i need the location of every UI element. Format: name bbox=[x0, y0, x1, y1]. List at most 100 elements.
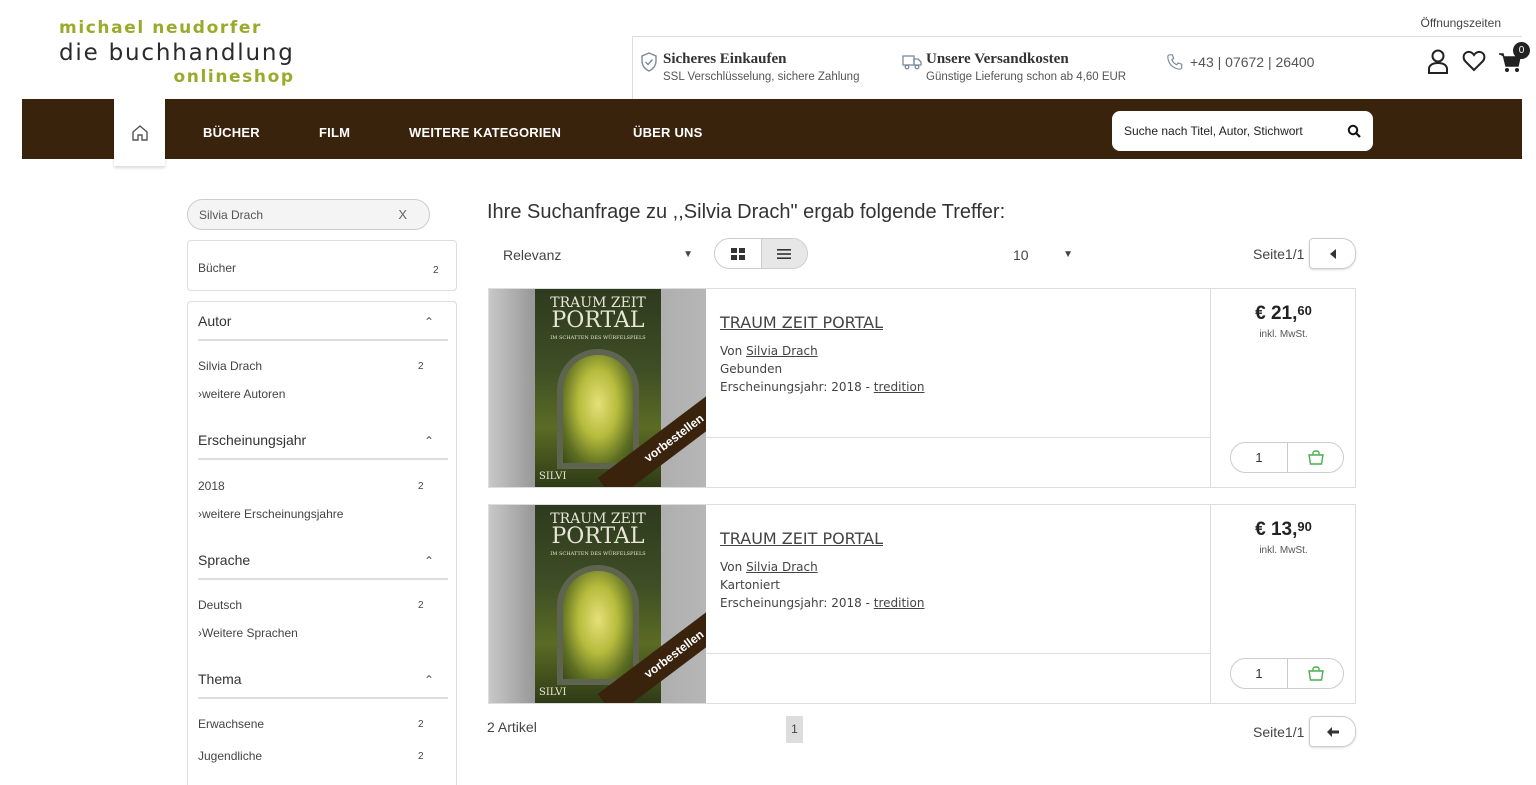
facet-title: Autor bbox=[198, 313, 232, 329]
facet-count: 2 bbox=[418, 361, 424, 372]
product-info: TRAUM ZEIT PORTAL Von Silvia Drach Gebun… bbox=[720, 313, 924, 396]
cover-arch-illustration bbox=[557, 565, 639, 685]
user-account-icon[interactable] bbox=[1426, 48, 1450, 74]
view-toggle bbox=[714, 238, 808, 269]
facet-item[interactable]: Erwachsene bbox=[198, 717, 264, 731]
quantity-input[interactable]: 1 bbox=[1231, 443, 1288, 472]
product-author-link[interactable]: Silvia Drach bbox=[746, 560, 818, 574]
facet-header-erscheinungsjahr[interactable]: Erscheinungsjahr ⌃ bbox=[198, 432, 448, 460]
info-secure-shopping[interactable]: Sicheres Einkaufen SSL Verschlüsselung, … bbox=[639, 51, 859, 83]
search-input[interactable]: Suche nach Titel, Autor, Stichwort bbox=[1112, 111, 1373, 151]
facet-item[interactable]: Silvia Drach bbox=[198, 359, 262, 373]
nav-item-ueber-uns[interactable]: ÜBER UNS bbox=[633, 125, 703, 140]
nav-item-film[interactable]: FILM bbox=[319, 125, 350, 140]
product-title-link[interactable]: TRAUM ZEIT PORTAL bbox=[720, 313, 924, 332]
prev-page-button[interactable] bbox=[1309, 238, 1357, 269]
author-prefix: Von bbox=[720, 344, 743, 358]
nav-item-buecher[interactable]: BÜCHER bbox=[203, 125, 260, 140]
prev-page-button[interactable] bbox=[1309, 716, 1357, 747]
category-label: Bücher bbox=[198, 261, 237, 275]
divider bbox=[706, 653, 1210, 654]
wishlist-heart-icon[interactable] bbox=[1462, 48, 1486, 74]
sort-select[interactable]: Relevanz ▼ bbox=[503, 247, 693, 263]
sort-value: Relevanz bbox=[503, 247, 562, 263]
facet-more-link[interactable]: ›Weitere Sprachen bbox=[198, 626, 298, 640]
info-title: Unsere Versandkosten bbox=[926, 51, 1069, 67]
list-view-button[interactable] bbox=[760, 239, 807, 268]
page-label: Seite1/1 bbox=[1253, 723, 1305, 740]
shopping-bag-icon bbox=[1307, 666, 1324, 681]
home-icon bbox=[131, 124, 148, 141]
cover-subtitle: IM SCHATTEN DES WÜRFELSPIELS bbox=[550, 551, 646, 557]
chevron-up-icon: ⌃ bbox=[423, 434, 434, 448]
product-author-line: Von Silvia Drach bbox=[720, 342, 924, 360]
facet-title: Thema bbox=[198, 671, 242, 687]
filter-search-field[interactable]: Silvia Drach X bbox=[187, 199, 430, 230]
filter-search-value: Silvia Drach bbox=[199, 207, 264, 222]
facet-header-sprache[interactable]: Sprache ⌃ bbox=[198, 552, 448, 580]
add-to-cart-button[interactable] bbox=[1288, 443, 1343, 472]
product-card: TRAUM ZEIT PORTAL IM SCHATTEN DES WÜRFEL… bbox=[488, 504, 1356, 704]
facet-item[interactable]: 2018 bbox=[198, 479, 225, 493]
per-page-value: 10 bbox=[1013, 247, 1029, 263]
product-cover[interactable]: TRAUM ZEIT PORTAL IM SCHATTEN DES WÜRFEL… bbox=[489, 289, 706, 487]
search-icon[interactable] bbox=[1347, 124, 1361, 138]
facet-title: Sprache bbox=[198, 552, 251, 568]
quantity-input[interactable]: 1 bbox=[1231, 659, 1288, 688]
price-column: € 21,60 inkl. MwSt. 1 bbox=[1210, 289, 1356, 487]
add-to-cart-group: 1 bbox=[1230, 442, 1344, 473]
clear-search-button[interactable]: X bbox=[398, 207, 407, 222]
price-column: € 13,90 inkl. MwSt. 1 bbox=[1210, 505, 1356, 703]
truck-icon bbox=[902, 55, 922, 70]
add-to-cart-group: 1 bbox=[1230, 658, 1344, 689]
year-text: Erscheinungsjahr: 2018 - bbox=[720, 596, 870, 610]
per-page-select[interactable]: 10 ▼ bbox=[1013, 247, 1073, 263]
logo-name: die buchhandlung bbox=[59, 40, 295, 66]
info-shipping-costs[interactable]: Unsere Versandkosten Günstige Lieferung … bbox=[902, 51, 1126, 83]
facet-header-thema[interactable]: Thema ⌃ bbox=[198, 671, 448, 699]
publisher-link[interactable]: tredition bbox=[874, 596, 925, 610]
product-author-line: Von Silvia Drach bbox=[720, 558, 924, 576]
nav-home[interactable] bbox=[114, 99, 165, 166]
facet-item[interactable]: Jugendliche bbox=[198, 749, 262, 763]
chevron-up-icon: ⌃ bbox=[423, 673, 434, 687]
facet-count: 2 bbox=[418, 600, 424, 611]
category-filter[interactable]: Bücher 2 bbox=[187, 240, 457, 291]
product-title-link[interactable]: TRAUM ZEIT PORTAL bbox=[720, 529, 924, 548]
year-text: Erscheinungsjahr: 2018 - bbox=[720, 380, 870, 394]
product-price: € 21,60 bbox=[1255, 303, 1312, 324]
search-placeholder: Suche nach Titel, Autor, Stichwort bbox=[1124, 124, 1303, 138]
author-prefix: Von bbox=[720, 560, 743, 574]
product-price: € 13,90 bbox=[1255, 519, 1312, 540]
cover-title-line2: PORTAL bbox=[551, 524, 645, 549]
product-cover[interactable]: TRAUM ZEIT PORTAL IM SCHATTEN DES WÜRFEL… bbox=[489, 505, 706, 703]
page-number-1[interactable]: 1 bbox=[786, 716, 803, 743]
facet-more-link[interactable]: ›weitere Erscheinungsjahre bbox=[198, 507, 343, 521]
info-bar: Sicheres Einkaufen SSL Verschlüsselung, … bbox=[632, 36, 1522, 99]
results-total: 2 Artikel bbox=[487, 719, 537, 735]
publisher-link[interactable]: tredition bbox=[874, 380, 925, 394]
add-to-cart-button[interactable] bbox=[1288, 659, 1343, 688]
grid-view-button[interactable] bbox=[715, 239, 761, 268]
phone-contact[interactable]: +43 | 07672 | 26400 bbox=[1166, 53, 1314, 71]
logo-tagline: onlineshop bbox=[173, 67, 295, 87]
vat-note: inkl. MwSt. bbox=[1259, 545, 1308, 556]
results-heading: Ihre Suchanfrage zu ,,Silvia Drach" erga… bbox=[487, 201, 1006, 223]
product-author-link[interactable]: Silvia Drach bbox=[746, 344, 818, 358]
facet-count: 2 bbox=[418, 719, 424, 730]
pager-bottom: Seite1/1 bbox=[1253, 716, 1357, 747]
product-info: TRAUM ZEIT PORTAL Von Silvia Drach Karto… bbox=[720, 529, 924, 612]
caret-left-icon bbox=[1329, 248, 1336, 259]
cart-count-badge: 0 bbox=[1513, 42, 1530, 59]
nav-item-weitere-kategorien[interactable]: WEITERE KATEGORIEN bbox=[409, 125, 561, 140]
facet-item[interactable]: Deutsch bbox=[198, 598, 242, 612]
facet-title: Erscheinungsjahr bbox=[198, 432, 307, 448]
dropdown-arrow-icon: ▼ bbox=[683, 249, 693, 260]
facet-more-link[interactable]: ›weitere Autoren bbox=[198, 387, 285, 401]
shop-logo[interactable]: michael neudorfer die buchhandlung onlin… bbox=[59, 18, 295, 87]
info-subtitle: SSL Verschlüsselung, sichere Zahlung bbox=[663, 71, 860, 83]
facet-panel: Autor ⌃ Silvia Drach 2 ›weitere Autoren … bbox=[187, 301, 457, 785]
facet-header-autor[interactable]: Autor ⌃ bbox=[198, 313, 448, 341]
cart-button[interactable]: 0 bbox=[1498, 42, 1530, 74]
opening-hours-link[interactable]: Öffnungszeiten bbox=[1420, 16, 1501, 30]
